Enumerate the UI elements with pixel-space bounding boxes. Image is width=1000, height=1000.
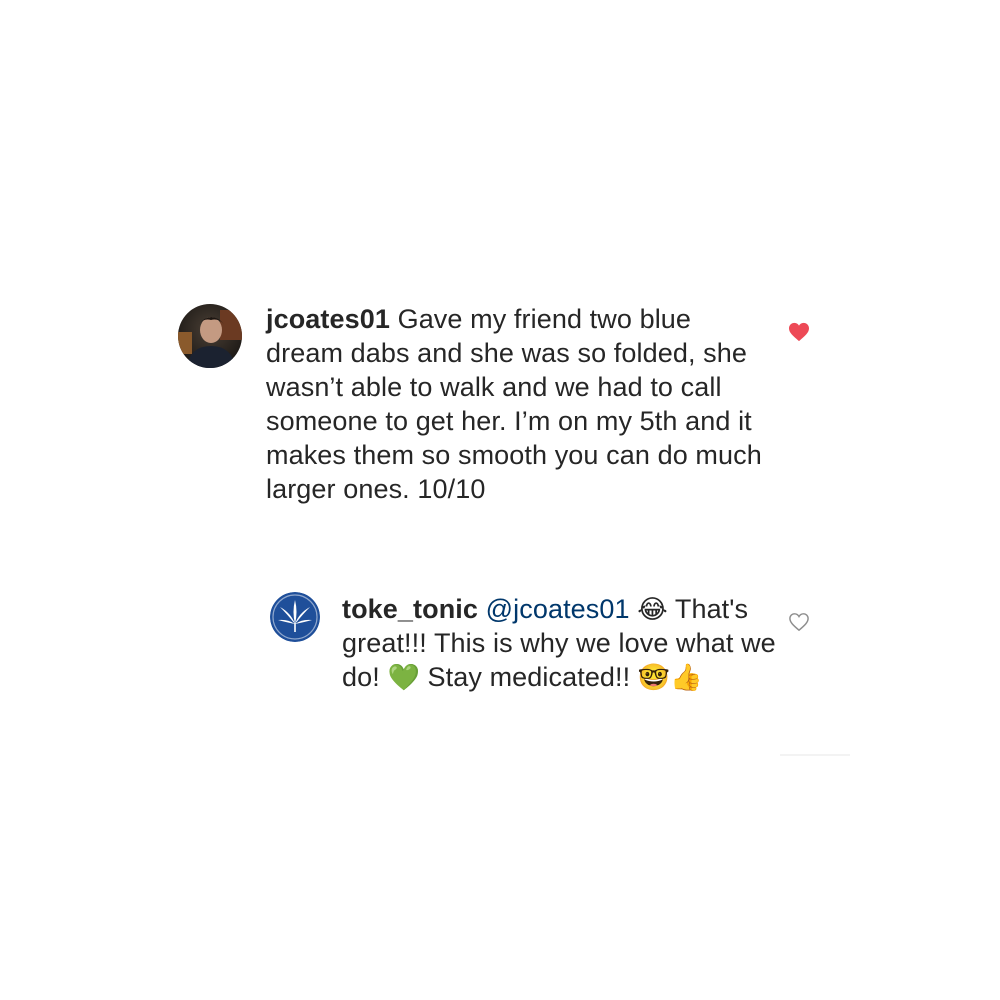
laughing-emoji: 😂 xyxy=(637,594,668,624)
reply-body-part-2: Stay medicated!! xyxy=(427,662,631,692)
reply-username[interactable]: toke_tonic xyxy=(342,594,478,624)
comment-body: Gave my friend two blue dream dabs and s… xyxy=(266,304,762,504)
nerd-thumbs-up-emoji: 🤓👍 xyxy=(637,662,703,692)
user-photo-icon xyxy=(178,304,242,368)
reply-text-block: toke_tonic @jcoates01 😂 That's great!!! … xyxy=(342,592,782,694)
mention-link[interactable]: @jcoates01 xyxy=(486,594,630,624)
cannabis-leaf-icon xyxy=(270,592,320,642)
heart-outline-icon xyxy=(789,613,809,632)
avatar[interactable] xyxy=(178,304,242,368)
green-heart-emoji: 💚 xyxy=(387,662,420,692)
comment-text-block: jcoates01 Gave my friend two blue dream … xyxy=(266,302,766,506)
divider xyxy=(780,754,850,756)
like-button[interactable] xyxy=(788,612,810,632)
avatar[interactable] xyxy=(270,592,320,642)
heart-filled-icon xyxy=(789,322,809,342)
comment-username[interactable]: jcoates01 xyxy=(266,304,390,334)
like-button[interactable] xyxy=(788,322,810,342)
